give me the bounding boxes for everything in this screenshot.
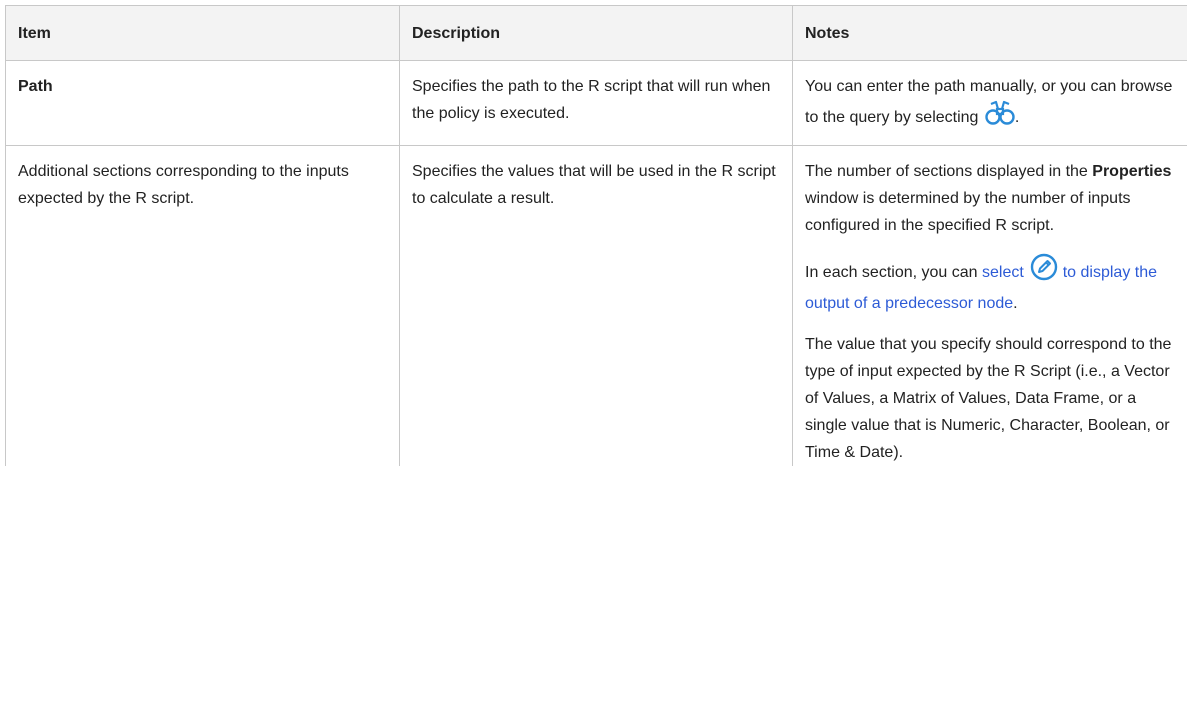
item-cell: Path [5,60,400,146]
item-cell: Additional sections corresponding to the… [5,145,400,466]
header-item: Item [5,5,400,61]
link-text[interactable]: select [982,264,1024,281]
notes-paragraph-properties: The number of sections displayed in the … [805,158,1175,239]
header-notes: Notes [792,5,1187,61]
table-header-row: Item Description Notes [5,5,1187,61]
table-row: Path Specifies the path to the R script … [5,60,1187,146]
notes-text: window is determined by the number of in… [805,190,1131,234]
notes-paragraph-input-types: The value that you specify should corres… [805,336,1172,461]
notes-period: . [1014,109,1020,126]
binoculars-icon[interactable] [985,100,1015,135]
notes-paragraph-select: In each section, you can select to displ… [805,253,1175,317]
notes-cell: The number of sections displayed in the … [792,145,1187,466]
table-row: Additional sections corresponding to the… [5,145,1187,466]
header-description: Description [399,5,793,61]
description-cell: Specifies the values that will be used i… [399,145,793,466]
notes-period: . [1013,295,1018,312]
notes-text: In each section, you can [805,264,978,281]
notes-text: The number of sections displayed in the [805,163,1088,180]
properties-table: Item Description Notes Path Specifies th… [5,5,1187,466]
description-cell: Specifies the path to the R script that … [399,60,793,146]
pencil-icon[interactable] [1030,253,1058,290]
notes-cell: You can enter the path manually, or you … [792,60,1187,146]
properties-window-label: Properties [1092,163,1172,180]
item-name-path: Path [18,78,53,95]
